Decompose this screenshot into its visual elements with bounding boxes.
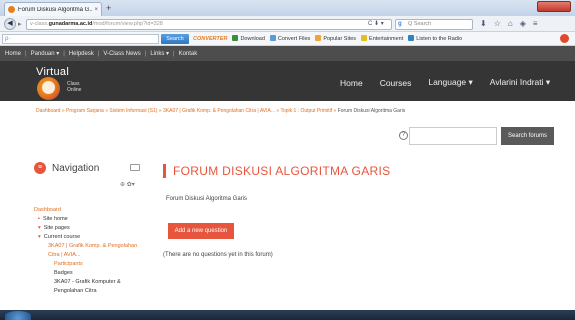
address-bar[interactable]: v-class.gunadarma.ac.id/mod/forum/view.p… [26, 19, 392, 30]
new-tab-button[interactable]: + [106, 3, 111, 13]
browser-titlebar: Forum Diskusi Algoritma G... × + [0, 0, 575, 16]
addon-icon[interactable] [560, 34, 569, 43]
navigation-header: ≡ Navigation [34, 162, 99, 174]
top-link-news[interactable]: V-Class News [103, 51, 140, 57]
nav-item-label: Site home [42, 216, 68, 222]
nav-course-section[interactable]: 3KA07 - Grafik Komputer & Pengolahan Cit… [34, 278, 150, 296]
top-link-kontak[interactable]: Kontak [179, 51, 198, 57]
nav-site-pages[interactable]: ▾ Site pages [34, 224, 150, 233]
tab-title: Forum Diskusi Algoritma G... [18, 6, 93, 13]
bookmark-label: Entertainment [369, 36, 404, 42]
search-placeholder: Q Search [408, 21, 432, 27]
browser-navbar: ◀ ▸ v-class.gunadarma.ac.id/mod/forum/vi… [0, 16, 575, 32]
help-icon[interactable]: ? [399, 131, 408, 140]
bookmark-label: Convert Files [277, 36, 311, 42]
shield-icon[interactable]: ◈ [520, 19, 526, 29]
nav-course[interactable]: 3KA07 | Grafik Komp. & Pengolahan Citra … [34, 242, 150, 260]
nav-site-home[interactable]: ▪ Site home [34, 215, 150, 224]
bookmark-label: Download [240, 36, 265, 42]
top-link-panduan[interactable]: Panduan ▾ [31, 50, 60, 57]
logo-sub-line: Online [67, 87, 82, 93]
menu-icon[interactable]: ≡ [533, 19, 538, 29]
menu-language[interactable]: Language ▾ [428, 77, 472, 88]
menu-courses[interactable]: Courses [380, 78, 412, 88]
bookmark-entertainment[interactable]: Entertainment [361, 34, 403, 44]
url-domain: gunadarma.ac.id [48, 21, 93, 27]
dock-icon[interactable] [130, 164, 140, 171]
url-prefix: v-class. [30, 21, 49, 27]
menu-home[interactable]: Home [340, 78, 363, 88]
browser-search-input[interactable]: g Q Search [395, 19, 473, 30]
breadcrumb[interactable]: Dashboard » Program Sarjana » Sistem Inf… [36, 108, 556, 114]
page-title: FORUM DISKUSI ALGORITMA GARIS [163, 164, 390, 178]
nav-current-course[interactable]: ▾ Current course [34, 233, 150, 242]
top-link-helpdesk[interactable]: Helpdesk [69, 51, 94, 57]
converter-brand[interactable]: CONVERTER [193, 34, 227, 44]
bookmark-popular[interactable]: Popular Sites [315, 34, 356, 44]
top-link-home[interactable]: Home [5, 51, 21, 57]
favicon-icon [8, 6, 15, 13]
url-path: /mod/forum/view.php?id=328 [92, 21, 163, 27]
taskbar [0, 310, 575, 320]
main-menu: Home Courses Language ▾ Avlarini Indrati… [340, 77, 550, 88]
site-header: Virtual Class Online Home Courses Langua… [0, 61, 575, 101]
star-icon[interactable]: ☆ [494, 19, 501, 29]
navigation-tree: Dashboard ▪ Site home ▾ Site pages ▾ Curren… [34, 206, 150, 296]
start-button[interactable] [5, 311, 31, 320]
window-controls[interactable] [537, 1, 571, 12]
bookmark-download[interactable]: Download [232, 34, 265, 44]
search-forums-button[interactable]: Search forums [501, 127, 554, 145]
bookmark-convert[interactable]: Convert Files [269, 34, 311, 44]
nav-participants[interactable]: Participants [34, 260, 150, 269]
forum-description: Forum Diskusi Algoritma Garis [166, 196, 248, 202]
breadcrumb-current: Forum Diskusi Algoritma Garis [337, 108, 406, 114]
site-top-links: Home | Panduan ▾ | Helpdesk | V-Class News |… [0, 46, 575, 61]
user-menu[interactable]: Avlarini Indrati ▾ [490, 77, 550, 88]
site-logo-subtitle: Class Online [67, 81, 81, 93]
back-icon[interactable]: ◀ [4, 18, 16, 30]
site-logo-text[interactable]: Virtual [36, 66, 69, 78]
nav-item-label: Site pages [43, 225, 70, 231]
bookmarks-toolbar: ρ· Search CONVERTER Download Convert Fil… [0, 32, 575, 46]
site-logo[interactable] [37, 77, 60, 100]
nav-dashboard[interactable]: Dashboard [34, 206, 150, 215]
browser-tab[interactable]: Forum Diskusi Algoritma G... × [4, 2, 102, 16]
bookmark-radio[interactable]: Listen to the Radio [408, 34, 462, 44]
toolbar-search-button[interactable]: Search [161, 34, 189, 44]
nav-badges[interactable]: Badges [34, 269, 150, 278]
tab-close-icon[interactable]: × [94, 7, 98, 13]
toolbar-icons: ⬇ ☆ ⌂ ◈ ≡ [480, 19, 538, 29]
breadcrumb-path[interactable]: Dashboard » Program Sarjana » Sistem Inf… [36, 108, 338, 114]
download-icon[interactable]: ⬇ [480, 19, 487, 29]
top-link-links[interactable]: Links ▾ [150, 50, 169, 57]
bookmark-label: Popular Sites [323, 36, 357, 42]
search-engine-icon: g [398, 21, 402, 27]
reload-icon[interactable]: C ⬇ ▾ [368, 20, 384, 27]
forum-search-input[interactable] [409, 127, 497, 145]
navigation-title: Navigation [52, 162, 100, 174]
nav-item-label: Current course [43, 234, 81, 240]
toolbar-search-field[interactable]: ρ· [2, 34, 159, 44]
bookmark-items: CONVERTER Download Convert Files Popular… [193, 34, 462, 44]
block-actions-icon[interactable]: ⊕ ✿▾ [120, 181, 135, 188]
navigation-icon: ≡ [34, 162, 46, 174]
bookmark-label: Listen to the Radio [416, 36, 463, 42]
empty-forum-message: (There are no questions yet in this foru… [163, 252, 273, 258]
add-question-button[interactable]: Add a new question [168, 223, 234, 239]
home-icon[interactable]: ⌂ [508, 19, 513, 29]
forward-icon[interactable]: ▸ [18, 20, 22, 28]
